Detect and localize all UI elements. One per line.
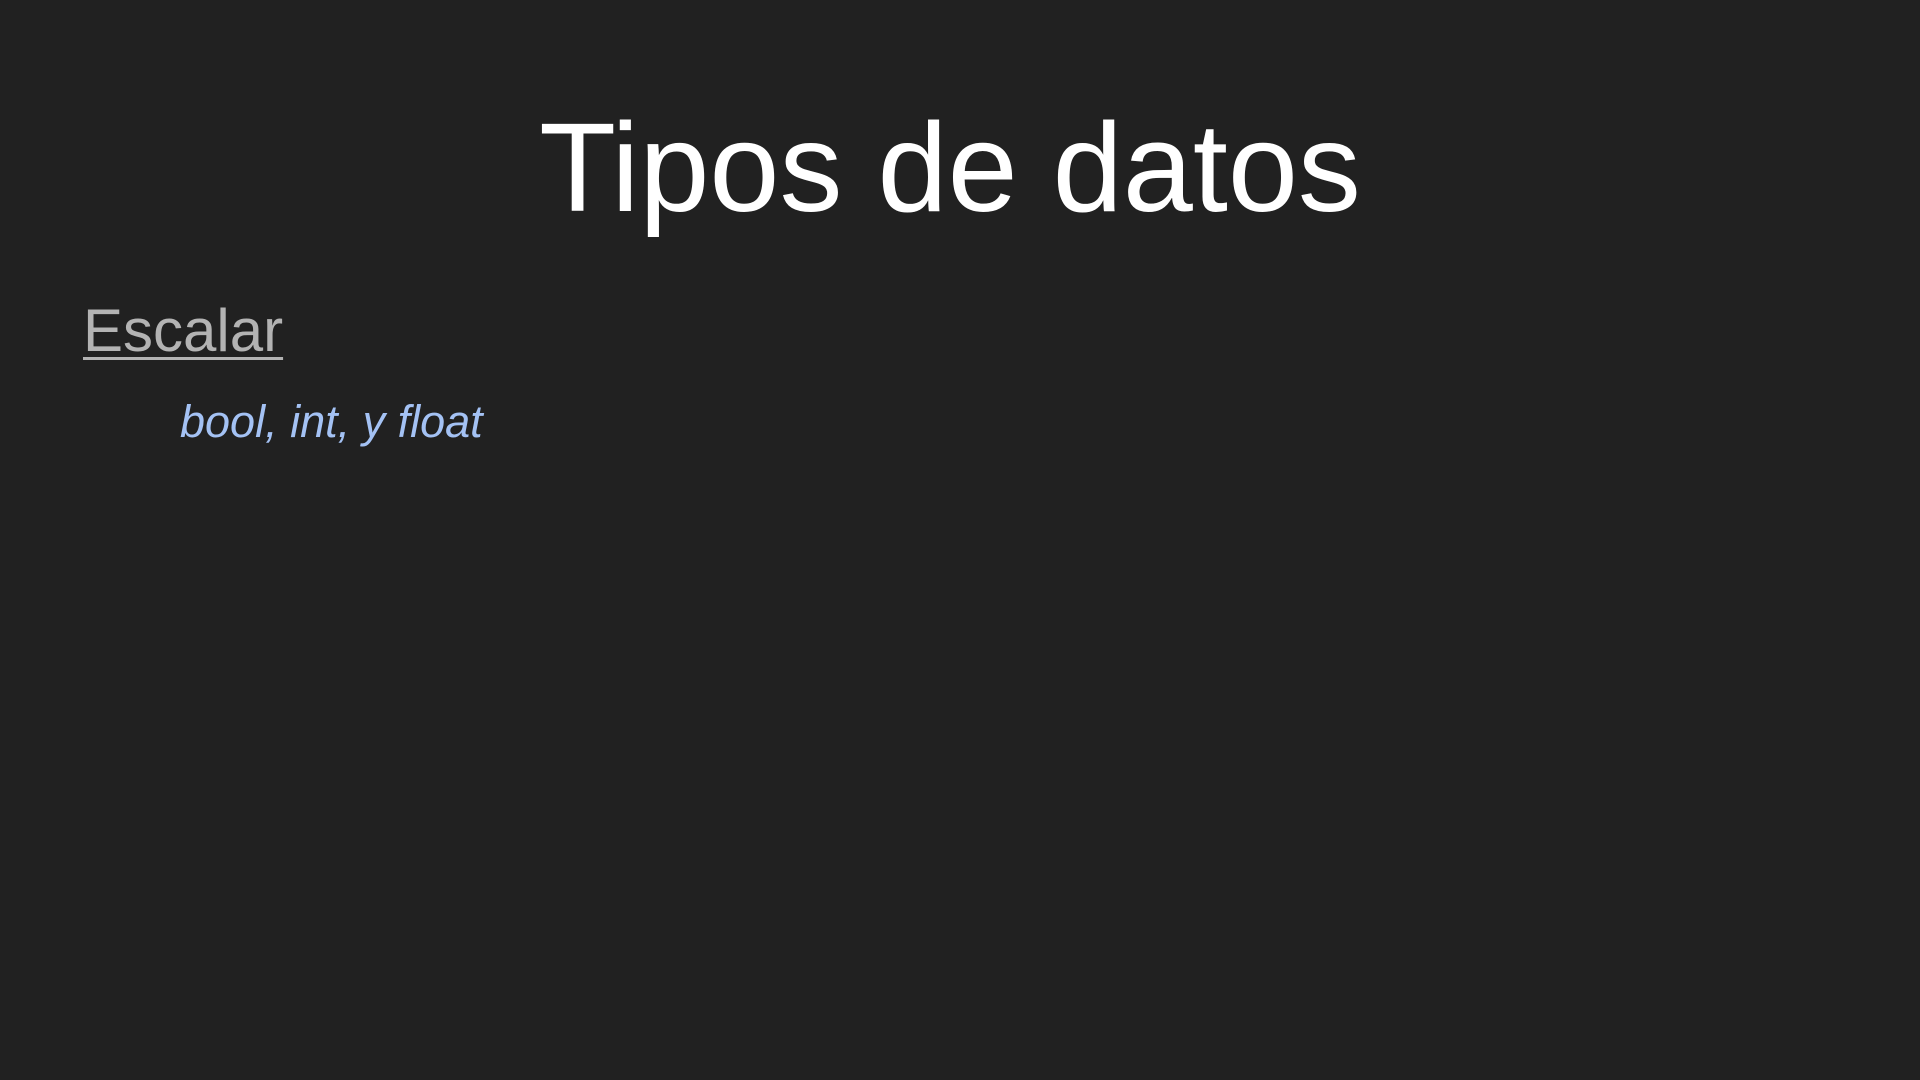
slide-title: Tipos de datos (539, 97, 1361, 238)
slide: Tipos de datos Escalar bool, int, y floa… (0, 0, 1920, 1080)
section-heading-link[interactable]: Escalar (83, 296, 283, 366)
section-items-text: bool, int, y float (180, 396, 483, 447)
